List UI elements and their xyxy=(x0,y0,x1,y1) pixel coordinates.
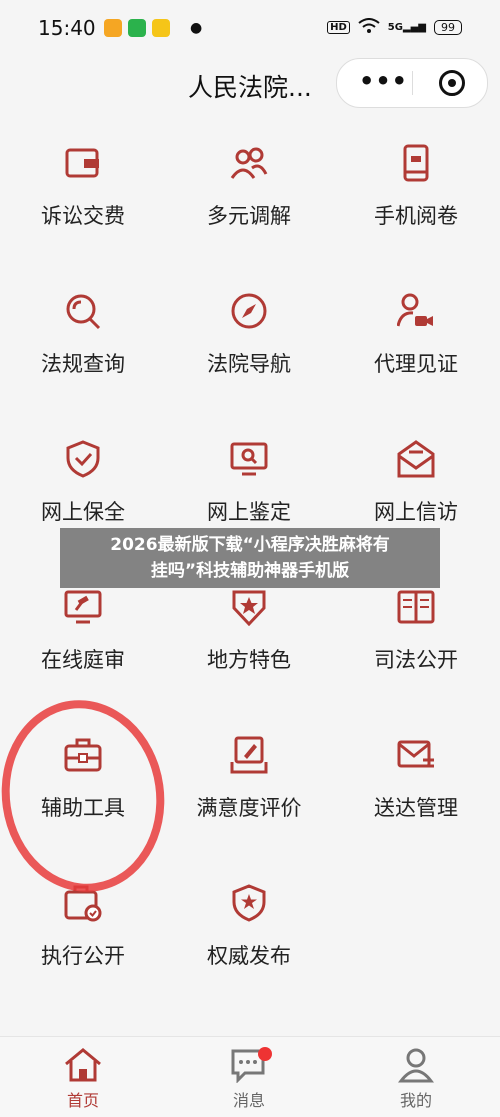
grid-label: 地方特色 xyxy=(207,648,291,672)
hd-icon: HD xyxy=(327,21,350,34)
gavel-screen-icon xyxy=(64,590,102,624)
tab-label: 我的 xyxy=(399,1091,432,1110)
banner-line-2: 挂吗”科技辅助神器手机版 xyxy=(150,561,350,581)
tab-label: 消息 xyxy=(232,1091,265,1110)
grid-label: 在线庭审 xyxy=(41,648,125,672)
unread-badge xyxy=(258,1047,272,1061)
search-icon xyxy=(66,294,101,330)
grid-label: 权威发布 xyxy=(207,944,291,968)
message-app-icon xyxy=(128,19,146,37)
status-right: HD 5G▂▄▆ 99 xyxy=(327,18,462,37)
bottom-tab-bar: 首页 消息 我的 xyxy=(0,1036,500,1117)
phone-icon xyxy=(403,144,429,182)
users-icon xyxy=(230,147,268,179)
capsule-divider xyxy=(412,71,413,95)
grid-label: 网上保全 xyxy=(41,500,125,524)
weibo-icon xyxy=(104,19,122,37)
grid-label: 诉讼交费 xyxy=(41,204,125,228)
grid-item-witness[interactable]: 代理见证 xyxy=(333,278,499,426)
pen-edit-icon xyxy=(230,736,268,774)
grid-label: 执行公开 xyxy=(41,944,125,968)
book-icon xyxy=(397,590,435,624)
grid-item-read-files[interactable]: 手机阅卷 xyxy=(333,130,499,278)
home-icon xyxy=(65,1048,101,1082)
status-time: 15:40 xyxy=(38,16,96,40)
grid-item-judicial-open[interactable]: 司法公开 xyxy=(333,574,499,722)
tab-label: 首页 xyxy=(66,1091,99,1110)
close-miniprogram-icon[interactable] xyxy=(439,70,465,96)
overlay-banner: 2026最新版下载“小程序决胜麻将有 挂吗”科技辅助神器手机版 xyxy=(60,528,440,588)
envelope-icon xyxy=(397,740,434,768)
grid-item-execution[interactable]: 执行公开 xyxy=(0,870,166,1018)
files-app-icon xyxy=(152,19,170,37)
network-type: 5G xyxy=(387,22,403,33)
grid-label: 法院导航 xyxy=(207,352,291,376)
grid-item-release[interactable]: 权威发布 xyxy=(166,870,332,1018)
video-user-icon xyxy=(397,293,433,327)
wifi-icon xyxy=(358,18,380,37)
notification-icons xyxy=(104,19,170,37)
grid-item-mediation[interactable]: 多元调解 xyxy=(166,130,332,278)
page-title: 人民法院... xyxy=(188,73,312,102)
battery-icon: 99 xyxy=(434,20,462,35)
grid-label: 手机阅卷 xyxy=(374,204,458,228)
monitor-search-icon xyxy=(230,442,268,476)
mini-program-capsule: ••• xyxy=(336,58,488,108)
grid-item-delivery[interactable]: 送达管理 xyxy=(333,722,499,870)
grid-label: 网上信访 xyxy=(374,500,458,524)
grid-label: 多元调解 xyxy=(207,204,291,228)
grid-item-local-feature[interactable]: 地方特色 xyxy=(166,574,332,722)
grid-label: 司法公开 xyxy=(374,648,458,672)
shield-check-icon xyxy=(66,440,100,478)
tab-messages[interactable]: 消息 xyxy=(166,1037,332,1117)
grid-label: 网上鉴定 xyxy=(207,500,291,524)
tab-home[interactable]: 首页 xyxy=(0,1037,166,1117)
user-icon xyxy=(397,1048,435,1083)
more-icon[interactable]: ••• xyxy=(359,67,408,95)
grid-label: 法规查询 xyxy=(41,352,125,376)
star-badge-icon xyxy=(232,590,266,626)
grid-item-law-search[interactable]: 法规查询 xyxy=(0,278,166,426)
grid-item-fee[interactable]: 诉讼交费 xyxy=(0,130,166,278)
more-notifications-dot: ● xyxy=(190,20,203,36)
compass-icon xyxy=(231,293,267,329)
grid-item-navigation[interactable]: 法院导航 xyxy=(166,278,332,426)
grid-label: 送达管理 xyxy=(374,796,458,820)
grid-item-satisfaction[interactable]: 满意度评价 xyxy=(166,722,332,870)
mail-open-icon xyxy=(397,440,435,478)
grid-label: 代理见证 xyxy=(374,352,458,376)
grid-label: 满意度评价 xyxy=(196,796,302,820)
shield-star-icon xyxy=(232,884,266,922)
signal-icon: 5G▂▄▆ xyxy=(387,22,426,33)
tab-profile[interactable]: 我的 xyxy=(333,1037,499,1117)
wallet-icon xyxy=(65,148,99,178)
banner-line-1: 2026最新版下载“小程序决胜麻将有 xyxy=(110,535,390,555)
status-bar: 15:40 ● HD 5G▂▄▆ 99 xyxy=(0,0,500,56)
